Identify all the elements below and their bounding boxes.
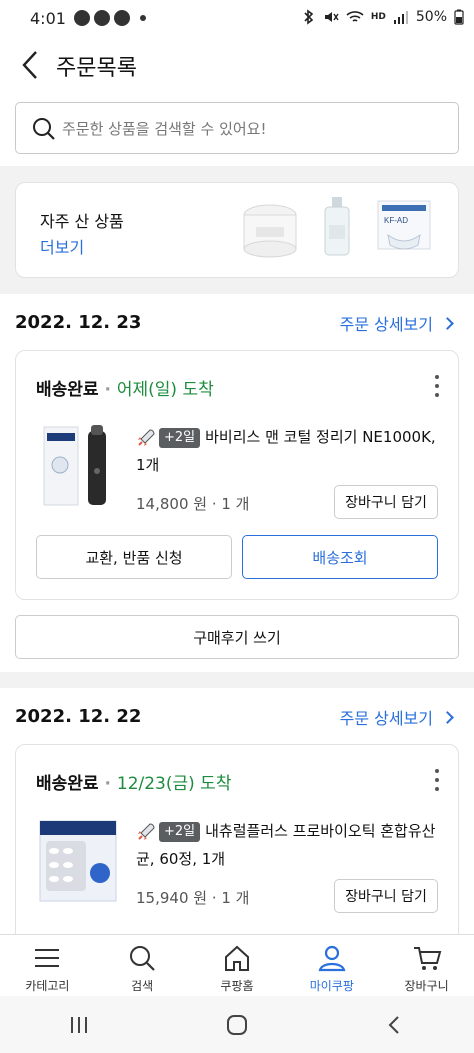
order-detail-link[interactable]: 주문 상세보기 — [339, 311, 454, 335]
product-price: 15,940 원 · 1 개 — [136, 889, 250, 907]
status-bar: 4:01 HD 50% — [0, 0, 474, 38]
search-icon — [130, 946, 155, 971]
home-icon — [224, 945, 249, 971]
delivery-status: 배송완료 · 어제(일) 도착 — [36, 375, 214, 400]
order-card: 배송완료 · 어제(일) 도착 +2일 바비리스 맨 코털 정리기 NE1000K… — [15, 350, 459, 600]
chevron-right-icon — [441, 316, 454, 330]
frequent-thumbnails: KF-AD — [240, 195, 434, 259]
order-date: 2022. 12. 23 — [15, 312, 142, 333]
order-detail-link[interactable]: 주문 상세보기 — [339, 705, 454, 729]
frequent-title: 자주 산 상품 — [40, 212, 124, 231]
recent-apps-icon[interactable] — [67, 1013, 91, 1037]
write-review-button[interactable]: 구매후기 쓰기 — [15, 615, 459, 659]
more-options-icon[interactable] — [434, 375, 440, 397]
dot-icon — [140, 15, 146, 21]
hd-label: HD — [370, 11, 386, 22]
order-group: 2022. 12. 23 주문 상세보기 배송완료 · 어제(일) 도착 +2일… — [0, 294, 474, 672]
add-to-cart-button[interactable]: 장바구니 담기 — [334, 879, 438, 913]
add-to-cart-button[interactable]: 장바구니 담기 — [334, 485, 438, 519]
product-name-line[interactable]: +2일 내츄럴플러스 프로바이오틱 혼합유산균, 60정, 1개 — [136, 817, 440, 873]
more-options-icon[interactable] — [434, 769, 440, 791]
product-info: +2일 내츄럴플러스 프로바이오틱 혼합유산균, 60정, 1개 — [136, 817, 440, 873]
delivery-badge: +2일 — [159, 821, 201, 842]
nav-search-label: 검색 — [131, 979, 154, 993]
mask-box-image[interactable]: KF-AD — [374, 195, 434, 259]
cream-jar-image[interactable] — [240, 195, 300, 259]
back-button-icon[interactable] — [383, 1013, 407, 1037]
menu-icon — [35, 949, 60, 967]
rocket-icon — [138, 428, 155, 446]
status-separator: · — [104, 380, 111, 400]
svg-text:KF-AD: KF-AD — [384, 216, 408, 225]
nav-cart[interactable]: 장바구니 — [379, 935, 474, 996]
product-name-line[interactable]: +2일 바비리스 맨 코털 정리기 NE1000K, 1개 — [136, 423, 440, 479]
delivery-badge: +2일 — [159, 427, 201, 448]
nav-my-coupang-label: 마이쿠팡 — [309, 979, 354, 993]
nav-search[interactable]: 검색 — [95, 935, 190, 996]
arrival-label: 12/23(금) 도착 — [116, 774, 232, 794]
order-actions: 교환, 반품 신청 배송조회 — [36, 535, 438, 579]
delivery-status: 배송완료 · 12/23(금) 도착 — [36, 769, 231, 794]
back-icon[interactable] — [18, 48, 46, 82]
notification-icons — [74, 10, 146, 26]
chat-icon — [94, 10, 110, 26]
cart-icon — [413, 947, 441, 970]
app-icon — [114, 10, 130, 26]
signal-icon — [393, 11, 408, 24]
wifi-icon — [346, 11, 364, 22]
status-time: 4:01 — [30, 9, 66, 28]
bluetooth-icon — [304, 9, 314, 25]
search-icon — [33, 118, 55, 140]
battery-percent: 50% — [415, 9, 447, 25]
battery-icon — [454, 9, 464, 25]
order-group: 2022. 12. 22 주문 상세보기 배송완료 · 12/23(금) 도착 … — [0, 688, 474, 964]
order-date: 2022. 12. 22 — [15, 706, 142, 727]
order-card: 배송완료 · 12/23(금) 도착 +2일 내츄럴플러스 프로바이오틱 혼합유산… — [15, 744, 459, 964]
status-separator: · — [104, 774, 111, 794]
track-delivery-button[interactable]: 배송조회 — [242, 535, 438, 579]
notification-icon — [74, 10, 90, 26]
user-icon — [318, 945, 346, 972]
exchange-return-button[interactable]: 교환, 반품 신청 — [36, 535, 232, 579]
search-section: 주문한 상품을 검색할 수 있어요! — [0, 94, 474, 166]
toner-bottle-image[interactable] — [320, 195, 354, 259]
search-input[interactable]: 주문한 상품을 검색할 수 있어요! — [15, 102, 459, 154]
nav-home-label: 쿠팡홈 — [220, 979, 254, 993]
status-label: 배송완료 — [36, 774, 99, 794]
mute-icon — [324, 12, 339, 22]
nav-cart-label: 장바구니 — [404, 979, 449, 993]
bottom-navigation: 카테고리 검색 쿠팡홈 마이쿠팡 장바구니 — [0, 934, 474, 996]
product-image[interactable] — [38, 815, 118, 905]
arrival-label: 어제(일) 도착 — [116, 380, 214, 400]
order-detail-label: 주문 상세보기 — [339, 709, 433, 728]
product-info: +2일 바비리스 맨 코털 정리기 NE1000K, 1개 — [136, 423, 440, 479]
chevron-right-icon — [441, 710, 454, 724]
search-placeholder: 주문한 상품을 검색할 수 있어요! — [62, 120, 267, 138]
app-header: 주문목록 — [0, 38, 474, 94]
order-detail-label: 주문 상세보기 — [339, 315, 433, 334]
system-navigation — [0, 996, 474, 1053]
frequent-products-card[interactable]: 자주 산 상품 더보기 KF-AD — [15, 182, 459, 278]
nav-my-coupang[interactable]: 마이쿠팡 — [284, 935, 379, 996]
status-label: 배송완료 — [36, 380, 99, 400]
frequent-more-link[interactable]: 더보기 — [40, 234, 84, 258]
nav-category-label: 카테고리 — [25, 979, 70, 993]
product-price: 14,800 원 · 1 개 — [136, 495, 250, 513]
rocket-icon — [138, 822, 155, 840]
nav-category[interactable]: 카테고리 — [0, 935, 95, 996]
nav-home[interactable]: 쿠팡홈 — [190, 935, 285, 996]
system-icons: HD 50% — [302, 9, 464, 25]
home-button-icon[interactable] — [225, 1013, 249, 1037]
page-title: 주문목록 — [56, 56, 137, 81]
product-image[interactable] — [38, 421, 118, 511]
